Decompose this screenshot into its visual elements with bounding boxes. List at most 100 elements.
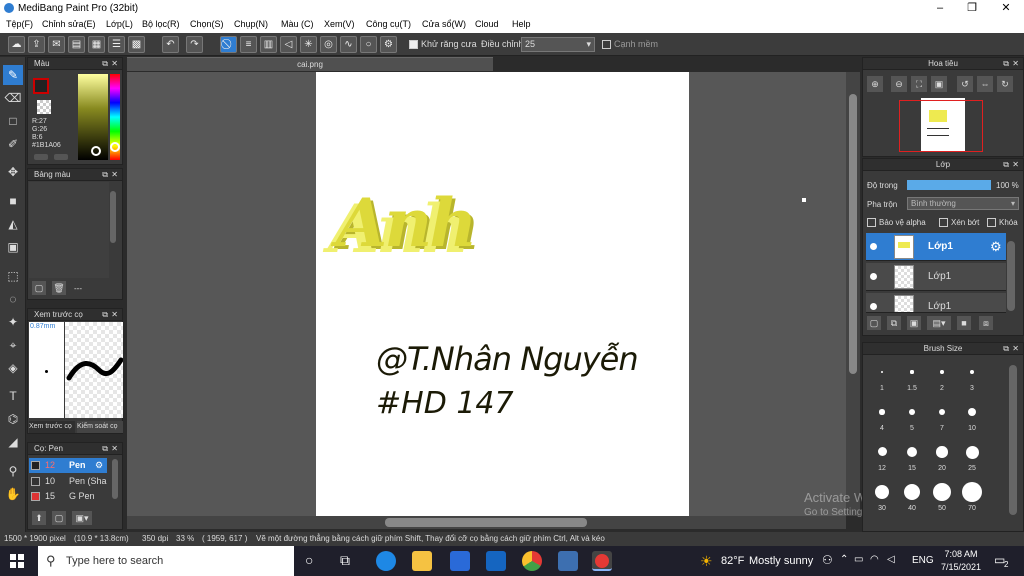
volume-icon[interactable]: ◁ — [887, 554, 895, 565]
brush-size-option[interactable]: 40 — [897, 479, 927, 517]
menu-cloud[interactable]: Cloud — [475, 19, 499, 29]
tab-brush-preview[interactable]: Xem trước cọ — [29, 421, 75, 433]
lasso-tool-icon[interactable]: ◌ — [3, 289, 23, 309]
eraser-tool-icon[interactable]: ⌫ — [3, 88, 23, 108]
adjust-select[interactable]: 25 ▾ — [521, 37, 595, 52]
gear-icon[interactable]: ⚙ — [95, 458, 103, 473]
protect-alpha-toggle[interactable]: Bảo vệ alpha — [867, 218, 926, 228]
tab-document[interactable]: cai.png — [127, 57, 493, 71]
taskbar-search-box[interactable]: ⚲ Type here to search — [38, 546, 294, 576]
scrollbar-thumb[interactable] — [849, 94, 857, 374]
language-indicator[interactable]: ENG — [912, 555, 934, 566]
layer-row[interactable]: Lớp1 — [866, 263, 1006, 291]
document-icon[interactable]: ▦ — [88, 36, 105, 53]
close-icon[interactable]: ✕ — [111, 169, 118, 181]
scrollbar-thumb[interactable] — [385, 518, 587, 527]
zoom-in-icon[interactable]: ⊕ — [867, 76, 883, 92]
picker-cursor[interactable] — [91, 146, 101, 156]
antialias-toggle[interactable]: Khử răng cưa — [409, 39, 477, 50]
new-brush-icon[interactable]: ▢ — [52, 511, 66, 525]
color-option-button[interactable] — [34, 154, 48, 160]
eyedropper-button[interactable] — [54, 154, 68, 160]
lock-toggle[interactable]: Khóa — [987, 218, 1018, 228]
scrollbar[interactable] — [112, 459, 118, 499]
snap-off-icon[interactable]: ⃠ — [220, 36, 237, 53]
scrollbar[interactable] — [110, 191, 116, 243]
scrollbar[interactable] — [1007, 241, 1015, 311]
menu-color[interactable]: Màu (C) — [281, 19, 314, 29]
grid-icon[interactable]: ▩ — [128, 36, 145, 53]
photos-icon[interactable] — [558, 551, 578, 571]
zoom-out-icon[interactable]: ⊖ — [891, 76, 907, 92]
menu-window[interactable]: Cửa sổ(W) — [422, 19, 466, 29]
brush-size-option[interactable]: 5 — [897, 399, 927, 437]
gear-icon[interactable]: ⚙ — [990, 239, 1002, 255]
layer-menu-icon[interactable]: ▤▾ — [927, 316, 951, 330]
brush-item-gpen[interactable]: 15 G Pen — [29, 489, 107, 504]
duplicate-layer-icon[interactable]: ⧉ — [887, 316, 901, 330]
fit-icon[interactable]: ⛶ — [911, 76, 927, 92]
menu-edit[interactable]: Chỉnh sửa(E) — [42, 19, 96, 29]
gradient-tool-icon[interactable]: ▣ — [3, 237, 23, 257]
menu-tools[interactable]: Công cụ(T) — [366, 19, 411, 29]
tab-brush-control[interactable]: Kiểm soát cọ — [77, 421, 123, 433]
add-palette-icon[interactable]: ▢ — [32, 281, 46, 295]
layer-row[interactable]: Lớp1 — [866, 293, 1006, 313]
menu-filter[interactable]: Bộ lọc(R) — [142, 19, 180, 29]
chrome-icon[interactable] — [522, 551, 542, 571]
delete-palette-icon[interactable]: 🗑 — [52, 281, 66, 295]
bucket-tool-icon[interactable]: ◭ — [3, 214, 23, 234]
operation-tool-icon[interactable]: ◢ — [3, 432, 23, 452]
vanish-snap-icon[interactable]: ◁ — [280, 36, 297, 53]
divide-tool-icon[interactable]: ⌬ — [3, 409, 23, 429]
sharp-edge-toggle[interactable]: Cạnh mềm — [602, 39, 658, 50]
brush-size-option[interactable]: 7 — [927, 399, 957, 437]
vertical-scrollbar[interactable] — [846, 72, 860, 516]
viewport-rect[interactable] — [899, 100, 983, 152]
hand-tool-icon[interactable]: ✋ — [3, 484, 23, 504]
menu-snap[interactable]: Chụp(N) — [234, 19, 268, 29]
popout-icon[interactable]: ⧉ — [1003, 58, 1009, 70]
cross-snap-icon[interactable]: ▥ — [260, 36, 277, 53]
brush-item-pen-shading[interactable]: 10 Pen (Sha — [29, 474, 107, 489]
select-eraser-icon[interactable]: ◈ — [3, 358, 23, 378]
share-icon[interactable]: ⇪ — [28, 36, 45, 53]
snap-settings-icon[interactable]: ⚙ — [380, 36, 397, 53]
brush-size-option[interactable]: 15 — [897, 439, 927, 477]
select-tool-icon[interactable]: ⬚ — [3, 266, 23, 286]
brush-size-option[interactable]: 10 — [957, 399, 987, 437]
horizontal-scrollbar[interactable] — [127, 516, 846, 529]
brush-size-option[interactable]: 1.5 — [897, 359, 927, 397]
clock-time[interactable]: 7:08 AM — [944, 549, 978, 559]
blend-select[interactable]: Bình thường ▾ — [907, 197, 1019, 210]
close-icon[interactable]: ✕ — [1012, 58, 1019, 70]
chevron-up-icon[interactable]: ⌃ — [840, 554, 848, 565]
document-canvas[interactable]: Anh @T.Nhân Nguyễn #HD 147 — [316, 72, 689, 516]
parallel-snap-icon[interactable]: ≡ — [240, 36, 257, 53]
close-icon[interactable]: ✕ — [111, 309, 118, 321]
brush-size-option[interactable]: 25 — [957, 439, 987, 477]
eyedropper-icon[interactable]: ⚲ — [3, 461, 23, 481]
store-icon[interactable] — [450, 551, 470, 571]
brush-menu-icon[interactable]: ▣▾ — [72, 511, 92, 525]
eye-icon[interactable] — [870, 243, 877, 250]
weather-text[interactable]: Mostly sunny — [749, 555, 813, 567]
comment-icon[interactable]: ✉ — [48, 36, 65, 53]
brush-item-pen[interactable]: 12 Pen ⚙ — [29, 458, 107, 473]
wifi-icon[interactable]: ◠ — [870, 554, 879, 565]
message-icon[interactable]: ▤ — [68, 36, 85, 53]
brush-size-option[interactable]: 4 — [867, 399, 897, 437]
menu-select[interactable]: Chọn(S) — [190, 19, 224, 29]
mail-icon[interactable] — [486, 551, 506, 571]
menu-layer[interactable]: Lớp(L) — [106, 19, 133, 29]
close-icon[interactable]: ✕ — [1012, 343, 1019, 355]
ellipse-snap-icon[interactable]: ○ — [360, 36, 377, 53]
brush-size-option[interactable]: 70 — [957, 479, 987, 517]
windows-start-icon[interactable] — [10, 554, 24, 568]
folder-icon[interactable]: ■ — [957, 316, 971, 330]
people-icon[interactable]: ⚇ — [822, 553, 833, 567]
scrollbar[interactable] — [1009, 365, 1017, 515]
medibang-taskbar-icon[interactable] — [592, 551, 612, 571]
brush-size-option[interactable]: 30 — [867, 479, 897, 517]
battery-icon[interactable]: ▭ — [854, 554, 863, 565]
